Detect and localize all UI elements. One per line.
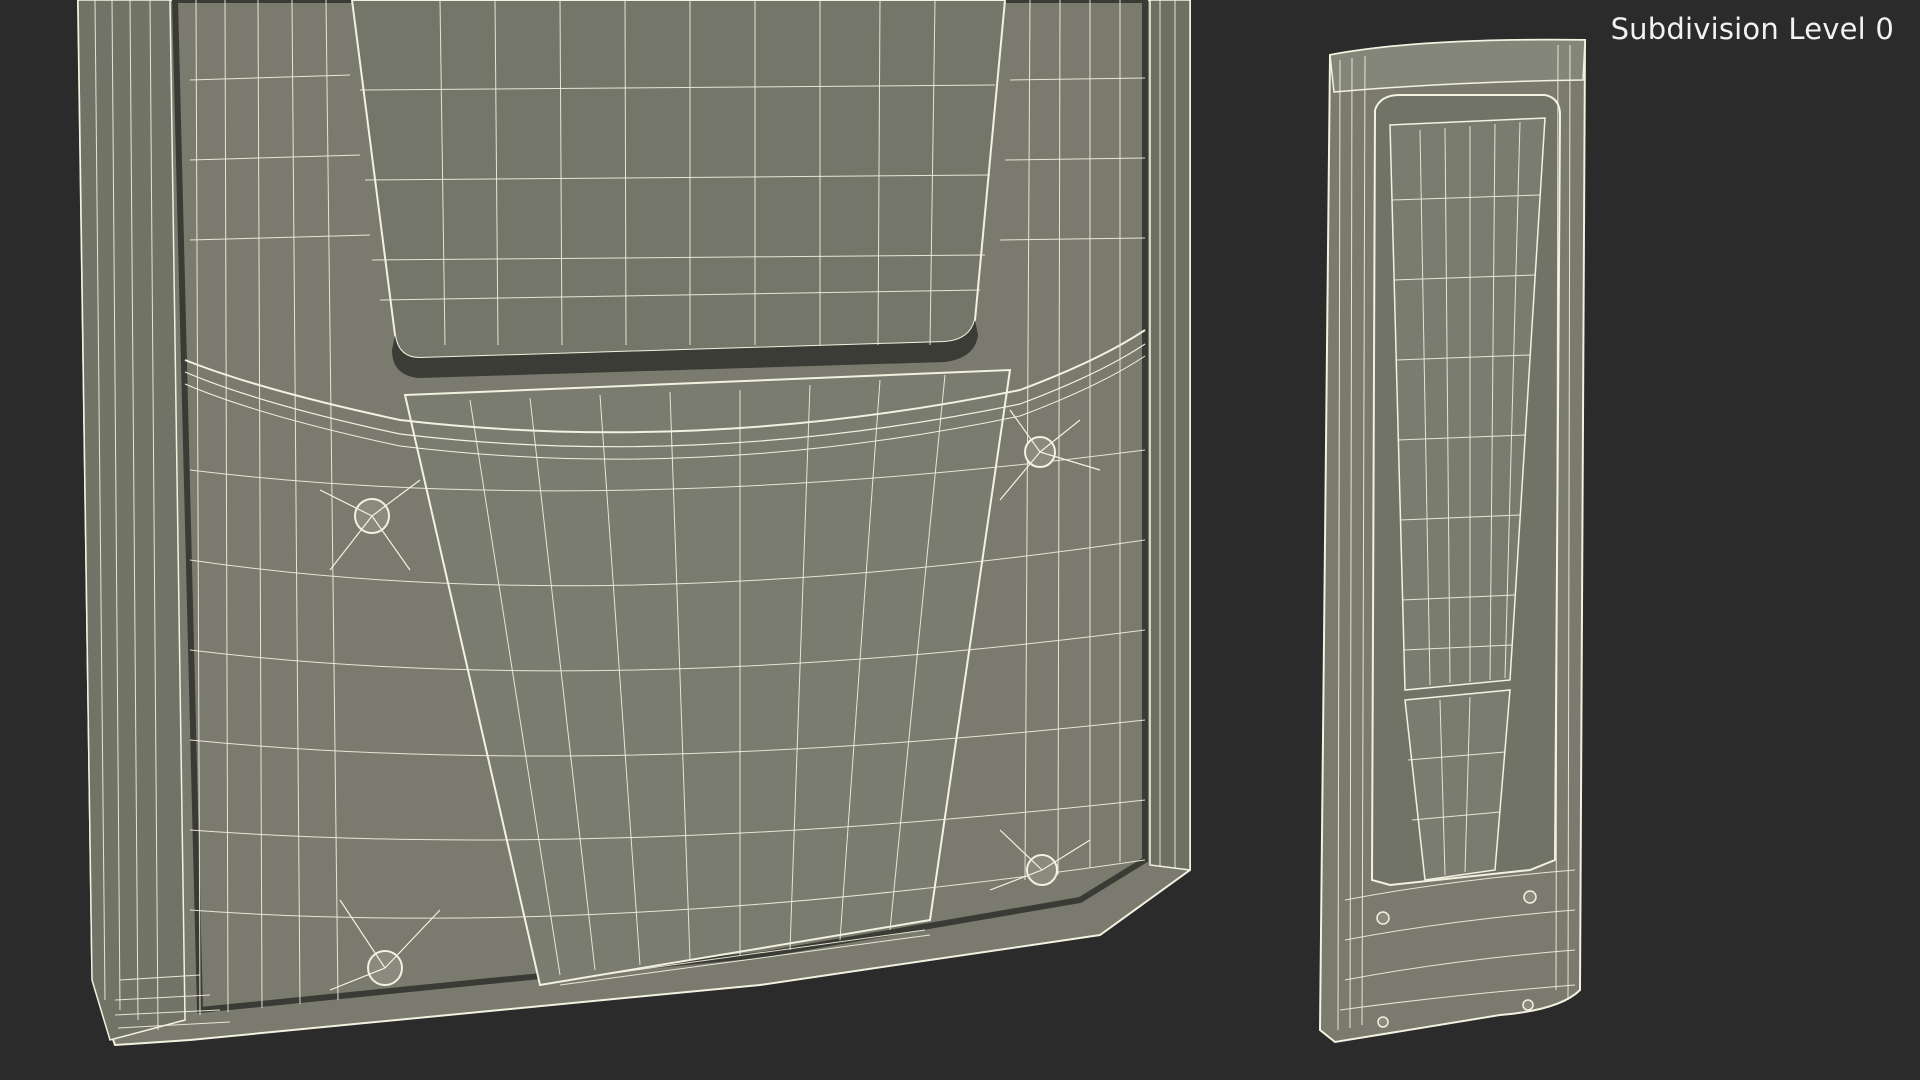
full-panel-side-view xyxy=(1318,38,1587,1044)
wireframe-scene xyxy=(76,0,1587,1047)
subdivision-level-label: Subdivision Level 0 xyxy=(1610,12,1894,46)
large-panel-right-rail xyxy=(1149,0,1191,871)
large-panel-closeup xyxy=(76,0,1191,1047)
3d-viewport[interactable]: Subdivision Level 0 xyxy=(0,0,1920,1080)
